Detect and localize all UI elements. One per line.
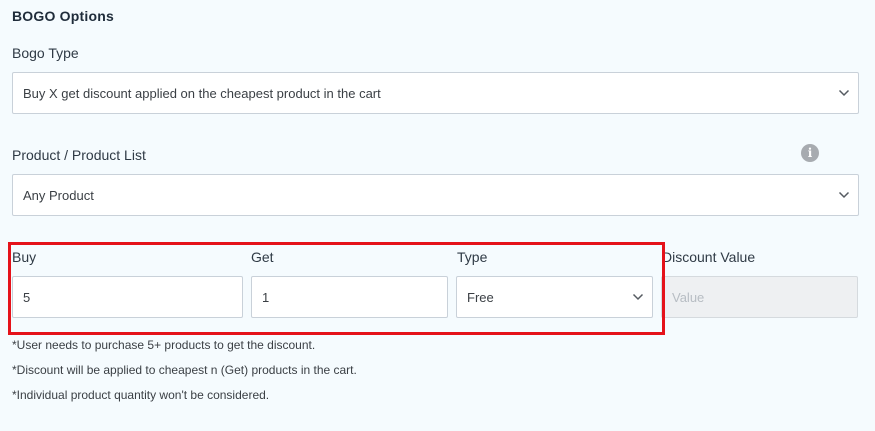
note-cheapest-products: *Discount will be applied to cheapest n … (12, 363, 357, 377)
product-list-value: Any Product (23, 187, 94, 203)
section-title: BOGO Options (12, 8, 114, 24)
chevron-down-icon (830, 191, 858, 199)
bogo-type-label: Bogo Type (12, 45, 79, 61)
highlight-box (8, 242, 665, 335)
product-list-label: Product / Product List (12, 147, 146, 163)
info-icon[interactable]: i (801, 144, 819, 162)
chevron-down-icon (830, 89, 858, 97)
note-individual-quantity: *Individual product quantity won't be co… (12, 388, 270, 402)
discount-value-label: Discount Value (662, 249, 756, 265)
note-purchase-requirement: *User needs to purchase 5+ products to g… (12, 338, 316, 352)
product-list-select[interactable]: Any Product (12, 174, 859, 216)
bogo-type-select[interactable]: Buy X get discount applied on the cheape… (12, 72, 859, 114)
discount-value-input[interactable]: Value (661, 276, 858, 318)
bogo-type-value: Buy X get discount applied on the cheape… (23, 85, 381, 101)
